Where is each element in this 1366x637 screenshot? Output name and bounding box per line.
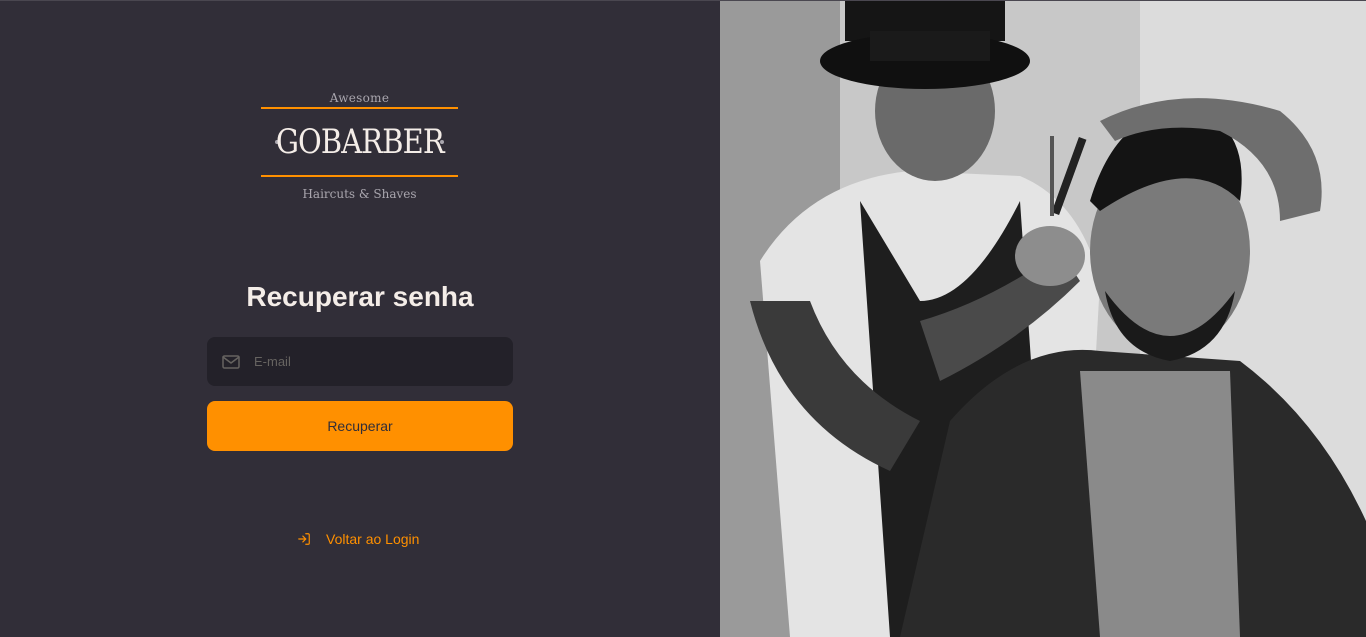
back-to-login-label: Voltar ao Login <box>326 531 420 547</box>
logo-top-text: Awesome <box>329 91 390 105</box>
back-to-login-link[interactable]: Voltar ao Login <box>297 531 419 547</box>
email-field-container[interactable] <box>207 337 513 386</box>
content-panel: Awesome GOBARBER Haircuts & Shaves Recup… <box>0 1 720 637</box>
log-in-icon <box>298 533 310 545</box>
logo-name-row: GOBARBER <box>261 109 458 175</box>
email-input[interactable] <box>254 354 494 369</box>
recover-button[interactable]: Recuperar <box>207 401 513 451</box>
barber-photo-illustration <box>720 1 1366 637</box>
gobarber-logo: Awesome GOBARBER Haircuts & Shaves <box>261 89 458 201</box>
logo-dot-right <box>440 140 444 144</box>
mail-icon <box>222 354 240 369</box>
page: Awesome GOBARBER Haircuts & Shaves Recup… <box>0 0 1366 637</box>
barber-photo <box>720 1 1366 637</box>
logo-bottom-text: Haircuts & Shaves <box>302 187 417 201</box>
page-title: Recuperar senha <box>246 281 474 312</box>
logo-name: GOBARBER <box>275 122 445 162</box>
logo-bottom-line <box>261 175 458 177</box>
